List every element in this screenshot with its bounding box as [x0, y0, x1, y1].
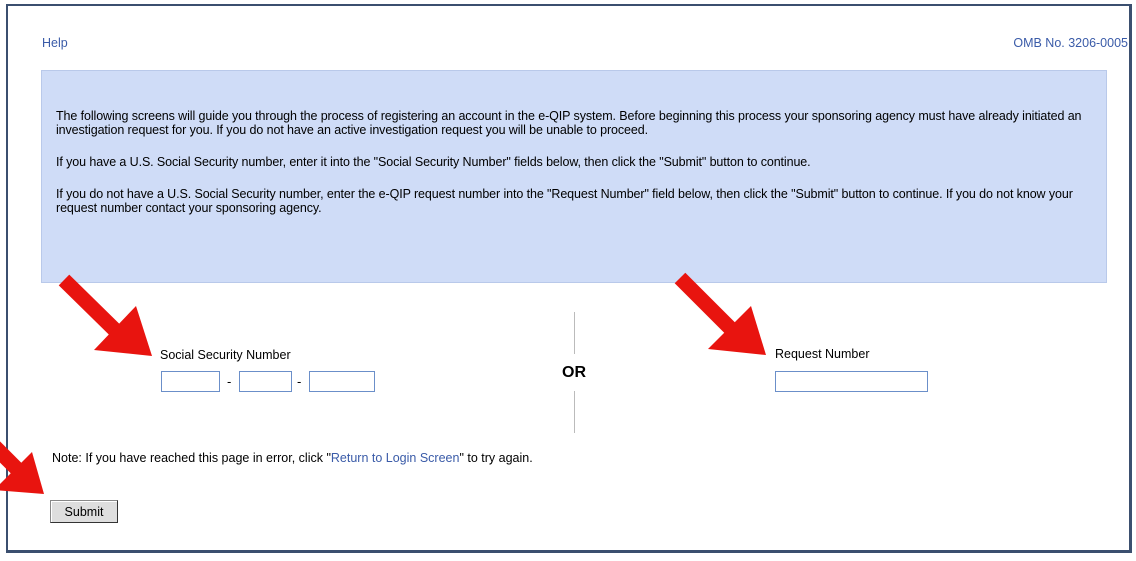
arrow-to-submit-icon	[0, 441, 44, 494]
annotation-arrows	[0, 272, 766, 494]
arrow-to-request-number-icon	[674, 272, 766, 355]
arrow-to-ssn-icon	[58, 274, 152, 356]
